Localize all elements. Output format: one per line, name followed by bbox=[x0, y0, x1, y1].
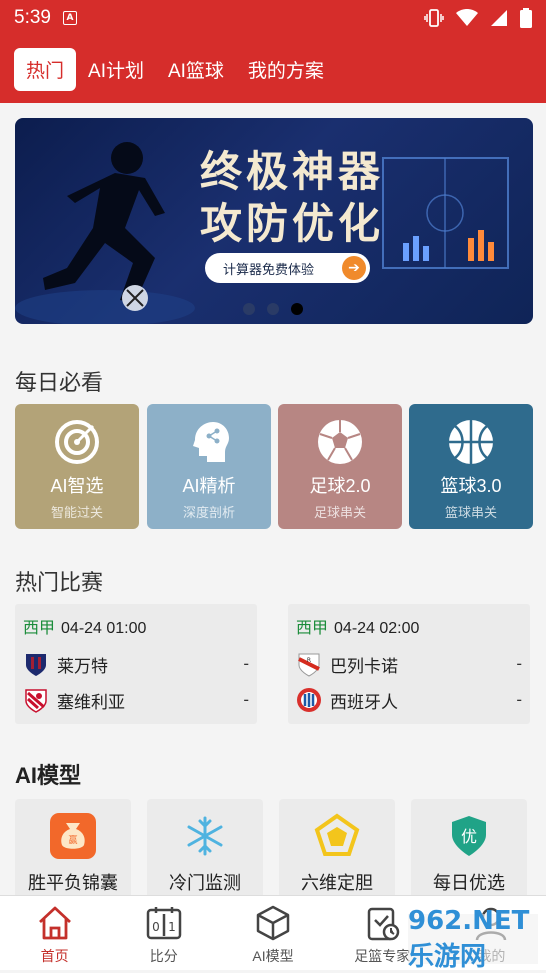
home-team-score: - bbox=[516, 654, 522, 673]
rayo-vallecano-logo-icon: R bbox=[298, 653, 320, 677]
tactics-board-icon bbox=[382, 157, 509, 269]
brain-head-icon bbox=[193, 422, 229, 462]
top-tab-bar: 热门 AI计划 AI篮球 我的方案 bbox=[0, 36, 546, 103]
daily-card-title: AI智选 bbox=[50, 476, 104, 496]
daily-card-subtitle: 智能过关 bbox=[50, 505, 103, 520]
tab-ai-plan[interactable]: AI计划 bbox=[88, 48, 144, 91]
away-team-row: 西班牙人 - bbox=[296, 682, 522, 718]
nav-ai-model[interactable]: AI模型 bbox=[218, 896, 327, 970]
battery-icon bbox=[520, 8, 532, 28]
home-team-row: 莱万特 - bbox=[23, 646, 249, 682]
model-card-upset-monitor[interactable]: 冷门监测 bbox=[147, 799, 263, 899]
nav-home-label: 首页 bbox=[40, 948, 69, 964]
runner-silhouette-icon bbox=[15, 142, 195, 324]
notification-a-icon: A bbox=[62, 11, 77, 25]
espanyol-logo-icon bbox=[297, 688, 321, 712]
model-card-label: 冷门监测 bbox=[169, 873, 241, 893]
home-team-row: R 巴列卡诺 - bbox=[296, 646, 522, 682]
daily-card-ai-pick[interactable]: AI智选 智能过关 bbox=[15, 404, 139, 529]
model-card-six-dimension[interactable]: 六维定胆 bbox=[279, 799, 395, 899]
status-time: 5:39 bbox=[14, 7, 51, 28]
clipboard-check-icon bbox=[367, 907, 400, 941]
away-team-row: 塞维利亚 - bbox=[23, 682, 249, 718]
tab-hot[interactable]: 热门 bbox=[14, 48, 77, 91]
match-card[interactable]: 西甲 04-24 02:00 R 巴列卡诺 - 西班牙人 - bbox=[288, 604, 530, 724]
daily-card-subtitle: 深度剖析 bbox=[182, 505, 235, 520]
tab-ai-basketball[interactable]: AI篮球 bbox=[168, 48, 224, 91]
home-team-score: - bbox=[243, 654, 249, 673]
away-team-name: 西班牙人 bbox=[330, 692, 398, 712]
soccer-ball-icon bbox=[318, 420, 362, 464]
banner-cta-button[interactable]: 计算器免费体验 ➔ bbox=[205, 253, 370, 283]
daily-card-soccer[interactable]: 足球2.0 足球串关 bbox=[278, 404, 402, 529]
vibrate-icon bbox=[424, 9, 444, 27]
levante-logo-icon bbox=[26, 654, 46, 676]
banner-dot-3[interactable] bbox=[291, 303, 303, 315]
daily-card-title: 足球2.0 bbox=[309, 476, 371, 496]
daily-card-ai-analysis[interactable]: AI精析 深度剖析 bbox=[147, 404, 271, 529]
status-icons bbox=[424, 8, 532, 28]
banner-pagination bbox=[243, 303, 303, 315]
tab-my-plans[interactable]: 我的方案 bbox=[248, 48, 324, 91]
away-team-name: 塞维利亚 bbox=[57, 692, 125, 712]
match-time: 04-24 01:00 bbox=[61, 620, 147, 637]
sevilla-logo-icon bbox=[25, 689, 47, 713]
model-card-label: 胜平负锦囊 bbox=[28, 873, 118, 893]
match-league: 西甲 bbox=[23, 620, 56, 637]
model-card-label: 六维定胆 bbox=[301, 873, 373, 893]
shield-badge-icon: 优 bbox=[452, 816, 486, 856]
svg-text:优: 优 bbox=[461, 827, 477, 846]
svg-text:0: 0 bbox=[152, 920, 160, 934]
scoreboard-icon: 01 bbox=[146, 907, 182, 940]
home-team-name: 莱万特 bbox=[57, 656, 108, 676]
svg-text:1: 1 bbox=[168, 920, 176, 934]
cube-icon bbox=[256, 905, 290, 941]
model-card-label: 每日优选 bbox=[433, 873, 505, 893]
pentagon-radar-icon bbox=[314, 813, 360, 856]
snowflake-icon bbox=[187, 816, 223, 856]
hot-matches-title: 热门比赛 bbox=[15, 570, 104, 595]
daily-card-title: AI精析 bbox=[182, 476, 236, 496]
daily-card-subtitle: 篮球串关 bbox=[444, 505, 497, 520]
nav-scores-label: 比分 bbox=[149, 948, 178, 964]
banner-dot-2[interactable] bbox=[267, 303, 279, 315]
money-bag-icon: 赢 bbox=[50, 813, 96, 859]
match-league: 西甲 bbox=[296, 620, 329, 637]
nav-scores[interactable]: 01 比分 bbox=[109, 896, 218, 970]
ai-models-title: AI模型 bbox=[15, 763, 82, 788]
banner-cta-label: 计算器免费体验 bbox=[223, 262, 315, 278]
home-icon bbox=[38, 906, 71, 940]
basketball-icon bbox=[449, 420, 493, 464]
svg-text:R: R bbox=[307, 657, 311, 664]
wifi-icon bbox=[456, 9, 478, 26]
model-card-win-draw-lose[interactable]: 赢 胜平负锦囊 bbox=[15, 799, 131, 899]
nav-home[interactable]: 首页 bbox=[0, 896, 109, 970]
status-bar: 5:39 A bbox=[0, 0, 546, 36]
match-header: 西甲 04-24 02:00 bbox=[296, 614, 522, 638]
svg-text:赢: 赢 bbox=[68, 834, 77, 846]
promo-banner[interactable]: 终极神器 攻防优化 计算器免费体验 ➔ bbox=[15, 118, 533, 324]
banner-title-line2: 攻防优化 bbox=[200, 200, 385, 247]
daily-section-title: 每日必看 bbox=[15, 370, 104, 395]
site-watermark: 962.NET 乐游网 bbox=[408, 906, 538, 972]
match-card[interactable]: 西甲 04-24 01:00 莱万特 - 塞维利亚 - bbox=[15, 604, 257, 724]
daily-card-subtitle: 足球串关 bbox=[313, 505, 366, 520]
model-card-daily-best[interactable]: 优 每日优选 bbox=[411, 799, 527, 899]
match-header: 西甲 04-24 01:00 bbox=[23, 614, 249, 638]
target-icon bbox=[55, 420, 99, 464]
daily-card-title: 篮球3.0 bbox=[440, 476, 502, 496]
banner-dot-1[interactable] bbox=[243, 303, 255, 315]
signal-icon bbox=[491, 10, 507, 26]
daily-card-basketball[interactable]: 篮球3.0 篮球串关 bbox=[409, 404, 533, 529]
away-team-score: - bbox=[243, 690, 249, 709]
match-time: 04-24 02:00 bbox=[334, 620, 420, 637]
away-team-score: - bbox=[516, 690, 522, 709]
home-team-name: 巴列卡诺 bbox=[330, 656, 398, 676]
nav-ai-model-label: AI模型 bbox=[252, 948, 294, 964]
arrow-right-icon: ➔ bbox=[342, 256, 366, 280]
